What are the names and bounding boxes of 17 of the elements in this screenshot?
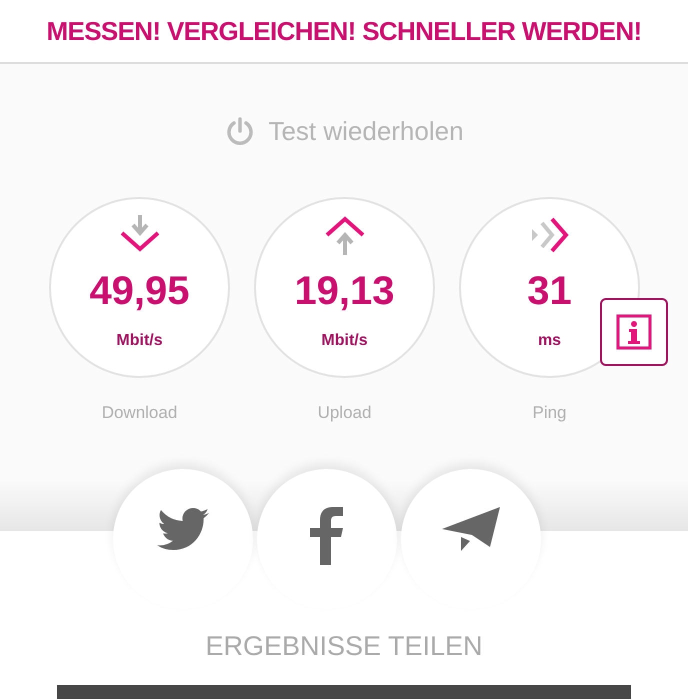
result-value: 31 <box>527 268 572 315</box>
share-heading: ERGEBNISSE TEILEN <box>205 630 483 663</box>
f-letter-icon <box>310 507 344 565</box>
result-value: 19,13 <box>294 268 395 315</box>
bird-icon <box>155 507 211 553</box>
result-value: 49,95 <box>89 268 190 315</box>
retest-button[interactable]: Test wiederholen <box>224 112 464 151</box>
result-unit: Mbit/s <box>116 331 163 351</box>
page-title: MESSEN! VERGLEICHEN! SCHNELLER WERDEN! <box>46 14 642 48</box>
info-button[interactable] <box>600 298 668 366</box>
result-unit: ms <box>538 331 562 351</box>
result-label: Download <box>102 402 178 424</box>
info-icon <box>616 314 652 350</box>
result-label: Ping <box>532 402 567 424</box>
paper-plane-icon <box>442 507 500 553</box>
result-label: Upload <box>318 402 372 424</box>
result-unit: Mbit/s <box>321 331 368 351</box>
